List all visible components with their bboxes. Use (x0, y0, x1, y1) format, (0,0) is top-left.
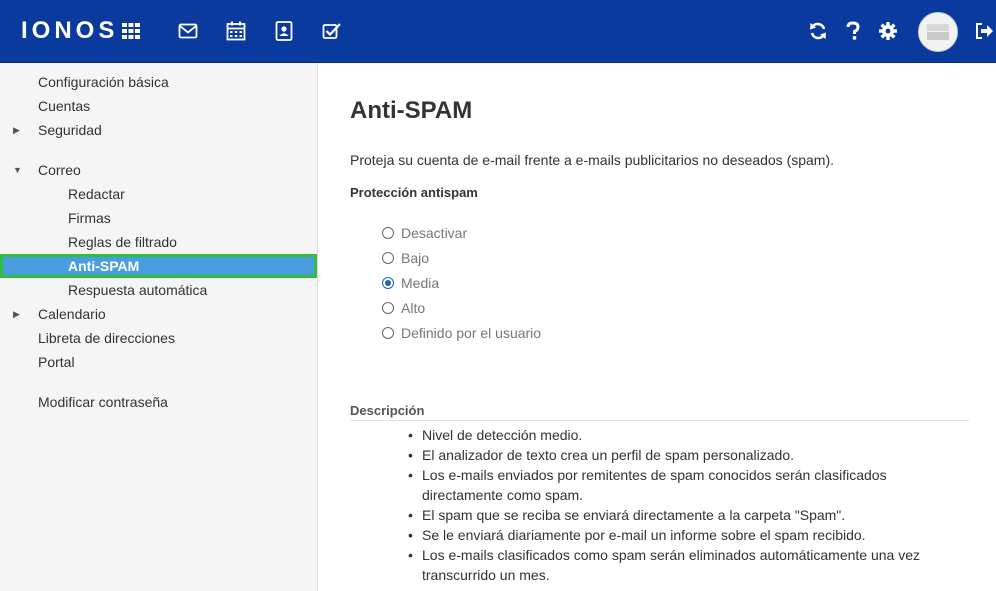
sidebar-item-portal[interactable]: Portal (0, 350, 317, 374)
list-item: Los e-mails enviados por remitentes de s… (406, 465, 966, 505)
mail-icon[interactable] (176, 19, 200, 43)
sidebar-item-configuracion-basica[interactable]: Configuración básica (0, 70, 317, 94)
sidebar-item-label: Libreta de direcciones (38, 330, 175, 346)
list-item: El spam que se reciba se enviará directa… (406, 505, 966, 525)
main-content: Anti-SPAM Proteja su cuenta de e-mail fr… (318, 63, 996, 591)
description-list: Nivel de detección medio. El analizador … (406, 425, 966, 585)
sidebar-item-label: Cuentas (38, 98, 91, 114)
sidebar-item-reglas-de-filtrado[interactable]: Reglas de filtrado (0, 230, 317, 254)
sidebar-item-redactar[interactable]: Redactar (0, 182, 317, 206)
radio-label: Definido por el usuario (401, 325, 542, 341)
logout-icon[interactable] (972, 19, 996, 43)
radio-option-alto[interactable]: Alto (382, 298, 425, 318)
sidebar-item-respuesta-automatica[interactable]: Respuesta automática (0, 278, 317, 302)
sidebar-item-label: Correo (38, 162, 81, 178)
caret-down-icon[interactable]: ▼ (13, 158, 22, 182)
radio-label: Alto (401, 300, 426, 316)
list-item: Nivel de detección medio. (406, 425, 966, 445)
radio-button-checked[interactable] (382, 277, 394, 289)
sidebar-item-libreta-de-direcciones[interactable]: Libreta de direcciones (0, 326, 317, 350)
page-title: Anti-SPAM (350, 97, 473, 124)
radio-label: Bajo (401, 250, 430, 266)
tasks-icon[interactable] (320, 19, 344, 43)
sidebar-item-label: Configuración básica (38, 74, 169, 90)
caret-right-icon[interactable]: ▶ (13, 118, 20, 142)
avatar[interactable] (918, 12, 958, 52)
radio-button[interactable] (382, 252, 394, 264)
settings-sidebar: Configuración básica Cuentas ▶ Seguridad… (0, 63, 318, 591)
contacts-icon[interactable] (272, 19, 296, 43)
radio-label: Desactivar (401, 225, 468, 241)
intro-text: Proteja su cuenta de e-mail frente a e-m… (350, 152, 835, 168)
sidebar-item-label: Firmas (68, 210, 111, 226)
sidebar-item-firmas[interactable]: Firmas (0, 206, 317, 230)
protection-section-title: Protección antispam (350, 185, 478, 200)
settings-icon[interactable] (876, 19, 900, 43)
sidebar-item-label: Redactar (68, 186, 125, 202)
sidebar-item-cuentas[interactable]: Cuentas (0, 94, 317, 118)
ionos-logo[interactable]: IONOS (21, 17, 118, 45)
sidebar-item-calendario[interactable]: ▶ Calendario (0, 302, 317, 326)
list-item: El analizador de texto crea un perfil de… (406, 445, 966, 465)
sidebar-item-label: Modificar contraseña (38, 394, 168, 410)
sidebar-item-label: Reglas de filtrado (68, 234, 177, 250)
apps-grid-icon[interactable] (119, 19, 143, 43)
radio-button[interactable] (382, 327, 394, 339)
help-icon[interactable] (841, 19, 865, 43)
caret-right-icon[interactable]: ▶ (13, 302, 20, 326)
radio-option-definido-por-el-usuario[interactable]: Definido por el usuario (382, 323, 541, 343)
radio-option-media[interactable]: Media (382, 273, 439, 293)
list-item: Se le enviará diariamente por e-mail un … (406, 525, 966, 545)
top-bar: IONOS (0, 0, 996, 63)
sidebar-item-modificar-contrasena[interactable]: Modificar contraseña (0, 390, 317, 414)
sidebar-item-label: Portal (38, 354, 75, 370)
radio-label: Media (401, 275, 440, 291)
sidebar-item-label: Respuesta automática (68, 282, 208, 298)
sidebar-item-label: Seguridad (38, 122, 102, 138)
sidebar-item-label: Calendario (38, 306, 106, 322)
calendar-icon[interactable] (224, 19, 248, 43)
refresh-icon[interactable] (806, 19, 830, 43)
sidebar-item-correo[interactable]: ▼ Correo (0, 158, 317, 182)
sidebar-item-anti-spam[interactable]: Anti-SPAM (0, 254, 317, 278)
description-title: Descripción (350, 403, 969, 421)
radio-button[interactable] (382, 302, 394, 314)
list-item: Los e-mails clasificados como spam serán… (406, 545, 966, 585)
sidebar-item-label: Anti-SPAM (68, 258, 140, 274)
radio-option-desactivar[interactable]: Desactivar (382, 223, 467, 243)
radio-option-bajo[interactable]: Bajo (382, 248, 429, 268)
sidebar-item-seguridad[interactable]: ▶ Seguridad (0, 118, 317, 142)
radio-button[interactable] (382, 227, 394, 239)
